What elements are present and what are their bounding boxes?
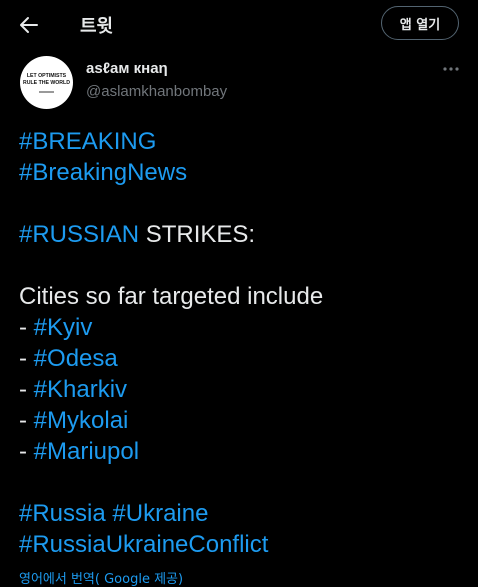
hashtag-mariupol[interactable]: #Mariupol <box>34 438 139 465</box>
tweet-text: #BREAKING #BreakingNews #RUSSIAN STRIKES… <box>19 126 469 560</box>
more-options-button[interactable] <box>438 58 464 80</box>
hashtag-breakingnews[interactable]: #BreakingNews <box>19 159 187 186</box>
page-title: 트윗 <box>80 16 114 37</box>
list-dash: - <box>19 376 34 403</box>
avatar[interactable]: LET OPTIMISTS RULE THE WORLD <box>20 56 73 109</box>
strikes-text: STRIKES: <box>139 221 256 248</box>
list-dash: - <box>19 407 34 434</box>
hashtag-russian[interactable]: #RUSSIAN <box>19 221 139 248</box>
translate-link[interactable]: 영어에서 번역( Google 제공) <box>19 568 183 587</box>
hashtag-ukraine[interactable]: #Ukraine <box>112 500 208 527</box>
list-dash: - <box>19 438 34 465</box>
author-handle[interactable]: @aslamkhanbombay <box>86 83 227 100</box>
open-app-button[interactable]: 앱 열기 <box>381 6 459 40</box>
hashtag-russia[interactable]: #Russia <box>19 500 106 527</box>
arrow-left-icon <box>20 17 38 33</box>
avatar-text-1: LET OPTIMISTS <box>27 73 67 79</box>
list-dash: - <box>19 314 34 341</box>
avatar-text-2: RULE THE WORLD <box>23 80 70 86</box>
back-button[interactable] <box>14 10 44 40</box>
hashtag-kharkiv[interactable]: #Kharkiv <box>34 376 127 403</box>
hashtag-kyiv[interactable]: #Kyiv <box>34 314 93 341</box>
avatar-logo-icon: LET OPTIMISTS RULE THE WORLD <box>23 73 70 93</box>
hashtag-russiaukraineconflict[interactable]: #RussiaUkraineConflict <box>19 531 268 558</box>
list-dash: - <box>19 345 34 372</box>
top-bar: 트윗 앱 열기 <box>0 0 478 50</box>
hashtag-breaking[interactable]: #BREAKING <box>19 128 156 155</box>
cities-intro-text: Cities so far targeted include <box>19 283 324 310</box>
hashtag-mykolai[interactable]: #Mykolai <box>34 407 129 434</box>
author-display-name[interactable]: asℓaм кнaη <box>86 60 168 77</box>
hashtag-odesa[interactable]: #Odesa <box>34 345 118 372</box>
more-dots-icon <box>443 67 459 71</box>
